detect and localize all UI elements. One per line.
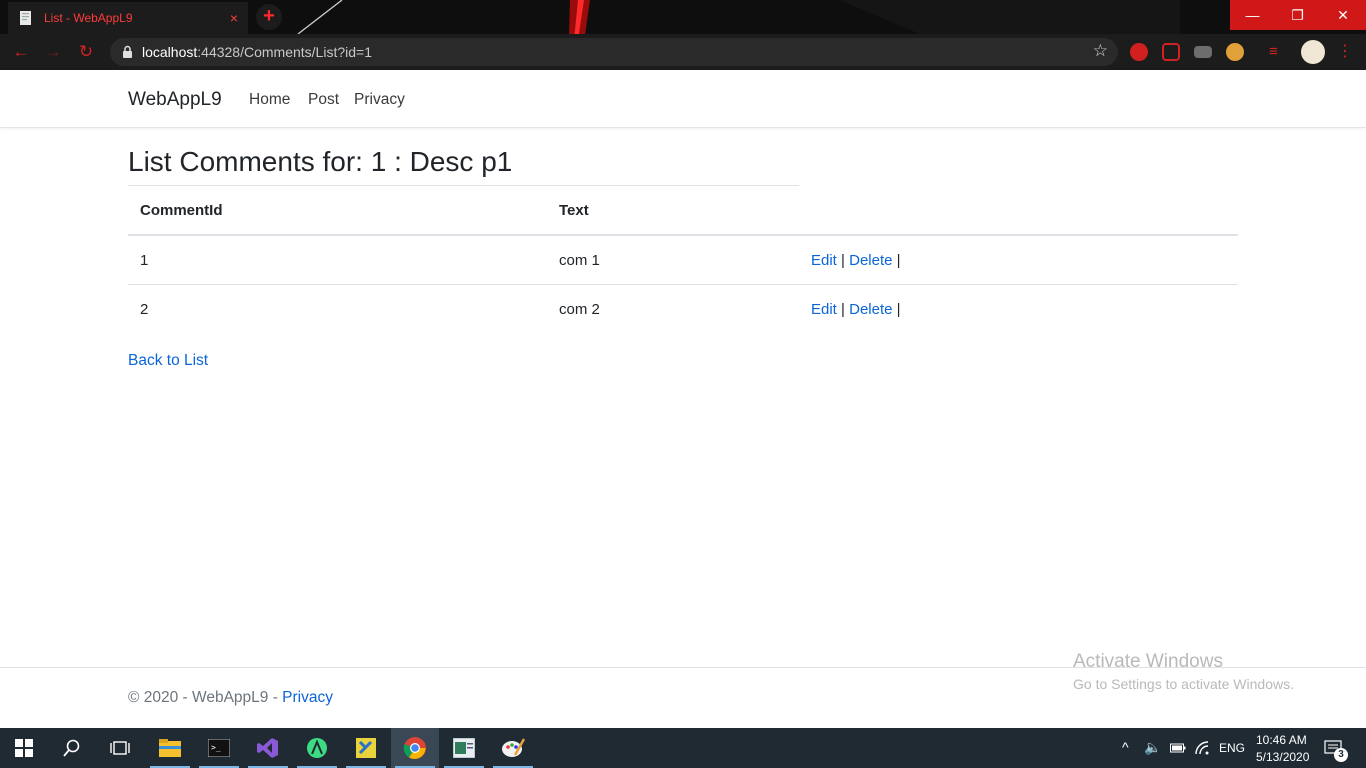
background-decoration: [297, 0, 1180, 34]
clock-time[interactable]: 10:46 AM: [1256, 733, 1307, 747]
tab-title: List - WebAppL9: [44, 11, 133, 25]
paint-icon[interactable]: [489, 728, 537, 768]
profile-avatar[interactable]: [1301, 40, 1325, 64]
extension-pdf-icon[interactable]: [1162, 43, 1180, 61]
row-1-actions: Edit | Delete |: [811, 252, 901, 269]
tray-chevron-up-icon[interactable]: ^: [1122, 739, 1129, 755]
page-favicon-icon: [20, 11, 31, 25]
tab-close-icon[interactable]: ×: [230, 10, 238, 26]
watermark-subtitle: Go to Settings to activate Windows.: [1073, 676, 1294, 692]
url-path: :44328/Comments/List?id=1: [197, 44, 372, 60]
back-arrow-icon[interactable]: ←: [10, 41, 32, 63]
lock-icon: [123, 45, 132, 58]
row-1-text: com 1: [559, 252, 600, 269]
url-host: localhost: [142, 44, 198, 60]
svg-text:>_: >_: [211, 743, 221, 752]
row-1-separator-trailing: |: [896, 252, 901, 269]
column-header-commentid: CommentId: [140, 202, 223, 219]
browser-toolbar: ← → ↻ localhost:44328/Comments/List?id=1…: [0, 34, 1366, 70]
clock-date[interactable]: 5/13/2020: [1256, 750, 1309, 764]
row-2-separator: |: [841, 301, 845, 318]
url-text: localhost:44328/Comments/List?id=1: [142, 44, 372, 60]
reading-list-icon[interactable]: ≡: [1269, 43, 1287, 61]
row-1-separator: |: [841, 252, 845, 269]
site-footer: © 2020 - WebAppL9 - Privacy: [128, 689, 333, 707]
row-2-edit-link[interactable]: Edit: [811, 301, 837, 318]
extension-vr-icon[interactable]: [1194, 46, 1212, 58]
terminal-icon[interactable]: >_: [195, 728, 243, 768]
footer-copyright: © 2020 - WebAppL9 -: [128, 689, 283, 706]
language-indicator[interactable]: ENG: [1219, 741, 1245, 755]
row-1-delete-link[interactable]: Delete: [849, 252, 892, 269]
address-bar[interactable]: localhost:44328/Comments/List?id=1 ☆: [110, 38, 1118, 66]
row-2-actions: Edit | Delete |: [811, 301, 901, 318]
footer-privacy-link[interactable]: Privacy: [282, 689, 333, 706]
restore-button[interactable]: ❐: [1275, 0, 1320, 30]
forward-arrow-icon[interactable]: →: [42, 41, 64, 63]
bookmark-star-icon[interactable]: ☆: [1093, 41, 1108, 61]
back-to-list-link[interactable]: Back to List: [128, 352, 208, 370]
windows-start-icon[interactable]: [0, 728, 48, 768]
wifi-icon[interactable]: [1195, 741, 1211, 755]
extension-adblock-icon[interactable]: [1130, 43, 1148, 61]
android-studio-icon[interactable]: [293, 728, 341, 768]
table-header-divider: [128, 234, 1238, 236]
task-view-icon[interactable]: [96, 728, 144, 768]
browser-menu-icon[interactable]: ⋮: [1336, 43, 1354, 61]
battery-icon[interactable]: [1170, 742, 1186, 754]
row-2-text: com 2: [559, 301, 600, 318]
search-icon[interactable]: [48, 728, 96, 768]
notification-count-badge: 3: [1334, 748, 1348, 762]
nav-privacy[interactable]: Privacy: [354, 91, 405, 109]
row-2-commentid: 2: [140, 301, 149, 318]
extension-owl-icon[interactable]: [1226, 43, 1244, 61]
windows-taskbar: >_ ^ 🔈 ENG 10:46 AM 5/13/2020 3: [0, 728, 1366, 768]
row-2-separator-trailing: |: [896, 301, 901, 318]
nav-home[interactable]: Home: [249, 91, 290, 109]
notepad-icon[interactable]: [440, 728, 488, 768]
column-header-text: Text: [559, 202, 589, 219]
close-window-button[interactable]: ✕: [1320, 0, 1366, 30]
row-2-delete-link[interactable]: Delete: [849, 301, 892, 318]
page-title: List Comments for: 1 : Desc p1: [128, 146, 513, 177]
row-1-edit-link[interactable]: Edit: [811, 252, 837, 269]
navbar-brand[interactable]: WebAppL9: [128, 89, 222, 111]
chrome-icon[interactable]: [391, 728, 439, 768]
minimize-button[interactable]: —: [1230, 0, 1275, 30]
site-navbar: WebAppL9 Home Post Privacy: [0, 70, 1366, 128]
file-explorer-icon[interactable]: [146, 728, 194, 768]
browser-tab[interactable]: List - WebAppL9 ×: [8, 2, 248, 34]
watermark-title: Activate Windows: [1073, 651, 1223, 672]
volume-icon[interactable]: 🔈: [1144, 739, 1161, 756]
sourcetree-icon[interactable]: [342, 728, 390, 768]
table-row-divider: [128, 284, 1238, 285]
reload-icon[interactable]: ↻: [75, 41, 97, 63]
new-tab-button[interactable]: +: [256, 4, 282, 30]
activate-windows-watermark: Activate Windows Go to Settings to activ…: [1073, 651, 1294, 692]
table-top-border: [128, 185, 799, 186]
visual-studio-icon[interactable]: [244, 728, 292, 768]
row-1-commentid: 1: [140, 252, 149, 269]
nav-post[interactable]: Post: [308, 91, 339, 109]
browser-titlebar: List - WebAppL9 × + — ❐ ✕: [0, 0, 1366, 34]
